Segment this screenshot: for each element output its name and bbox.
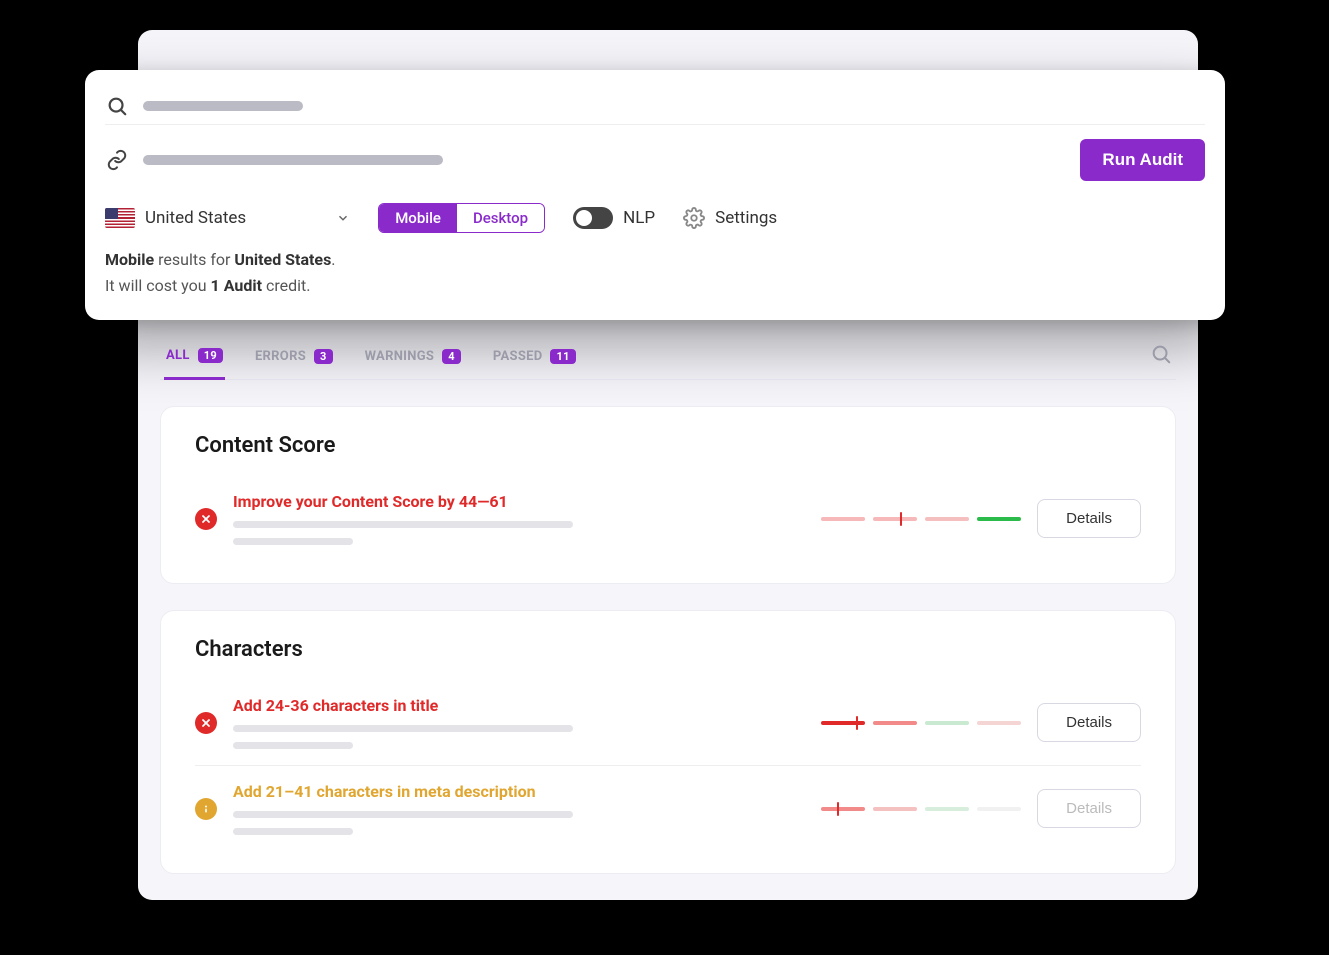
flag-icon <box>105 208 135 228</box>
issue-row: Add 21–41 characters in meta description… <box>195 765 1141 851</box>
tab-label: PASSED <box>493 349 543 364</box>
result-card: Content Score Improve your Content Score … <box>160 406 1176 584</box>
url-input-row: Run Audit <box>105 125 1205 187</box>
error-icon <box>195 508 217 530</box>
audit-panel: Run Audit United States Mobile Desktop N… <box>85 70 1225 320</box>
settings-button[interactable]: Settings <box>683 207 777 229</box>
audit-options: United States Mobile Desktop NLP Setting… <box>105 203 1205 233</box>
country-label: United States <box>145 208 246 228</box>
issue-title: Add 21–41 characters in meta description <box>233 782 805 801</box>
placeholder-text <box>233 538 353 545</box>
issue-row: Improve your Content Score by 44—61 Detai… <box>195 476 1141 561</box>
tab-badge: 4 <box>442 349 461 364</box>
tab-badge: 19 <box>198 348 223 363</box>
card-title: Characters <box>195 637 1141 662</box>
tab-all[interactable]: ALL 19 <box>164 338 225 380</box>
error-icon <box>195 712 217 734</box>
score-meter <box>821 517 1021 521</box>
link-icon <box>105 148 129 172</box>
tab-badge: 11 <box>550 349 575 364</box>
tab-errors[interactable]: ERRORS 3 <box>253 339 335 378</box>
score-meter <box>821 807 1021 811</box>
country-select[interactable]: United States <box>105 208 350 228</box>
tab-badge: 3 <box>314 349 333 364</box>
card-title: Content Score <box>195 433 1141 458</box>
audit-hint: Mobile results for United States. It wil… <box>105 247 1205 298</box>
tab-label: ERRORS <box>255 349 306 364</box>
device-mobile[interactable]: Mobile <box>379 204 457 232</box>
url-input[interactable] <box>143 155 1066 165</box>
nlp-label: NLP <box>623 208 655 228</box>
results-area: ALL 19 ERRORS 3 WARNINGS 4 PASSED 11 Con… <box>160 338 1176 874</box>
keyword-input[interactable] <box>143 101 1205 111</box>
nlp-toggle[interactable] <box>573 207 613 229</box>
run-audit-button[interactable]: Run Audit <box>1080 139 1205 181</box>
issue-body: Improve your Content Score by 44—61 <box>233 492 805 545</box>
settings-label: Settings <box>715 208 777 228</box>
details-button: Details <box>1037 789 1141 828</box>
issue-body: Add 24-36 characters in title <box>233 696 805 749</box>
keyword-input-row <box>105 88 1205 125</box>
placeholder-text <box>233 811 573 818</box>
search-icon <box>105 94 129 118</box>
chevron-down-icon <box>336 211 350 225</box>
issue-body: Add 21–41 characters in meta description <box>233 782 805 835</box>
issue-title: Improve your Content Score by 44—61 <box>233 492 805 511</box>
gear-icon <box>683 207 705 229</box>
results-tabs: ALL 19 ERRORS 3 WARNINGS 4 PASSED 11 <box>160 338 1176 380</box>
tab-warnings[interactable]: WARNINGS 4 <box>363 339 463 378</box>
score-meter <box>821 721 1021 725</box>
details-button[interactable]: Details <box>1037 703 1141 742</box>
device-desktop[interactable]: Desktop <box>457 204 544 232</box>
tab-label: WARNINGS <box>365 349 435 364</box>
device-toggle: Mobile Desktop <box>378 203 545 233</box>
details-button[interactable]: Details <box>1037 499 1141 538</box>
tab-label: ALL <box>166 348 190 363</box>
placeholder-text <box>233 742 353 749</box>
issue-title: Add 24-36 characters in title <box>233 696 805 715</box>
nlp-toggle-group: NLP <box>573 207 655 229</box>
tab-passed[interactable]: PASSED 11 <box>491 339 578 378</box>
warning-icon <box>195 798 217 820</box>
placeholder-text <box>233 828 353 835</box>
placeholder-text <box>233 521 573 528</box>
result-card: Characters Add 24-36 characters in title D… <box>160 610 1176 874</box>
placeholder-text <box>233 725 573 732</box>
issue-row: Add 24-36 characters in title Details <box>195 680 1141 765</box>
results-search-button[interactable] <box>1150 343 1172 375</box>
